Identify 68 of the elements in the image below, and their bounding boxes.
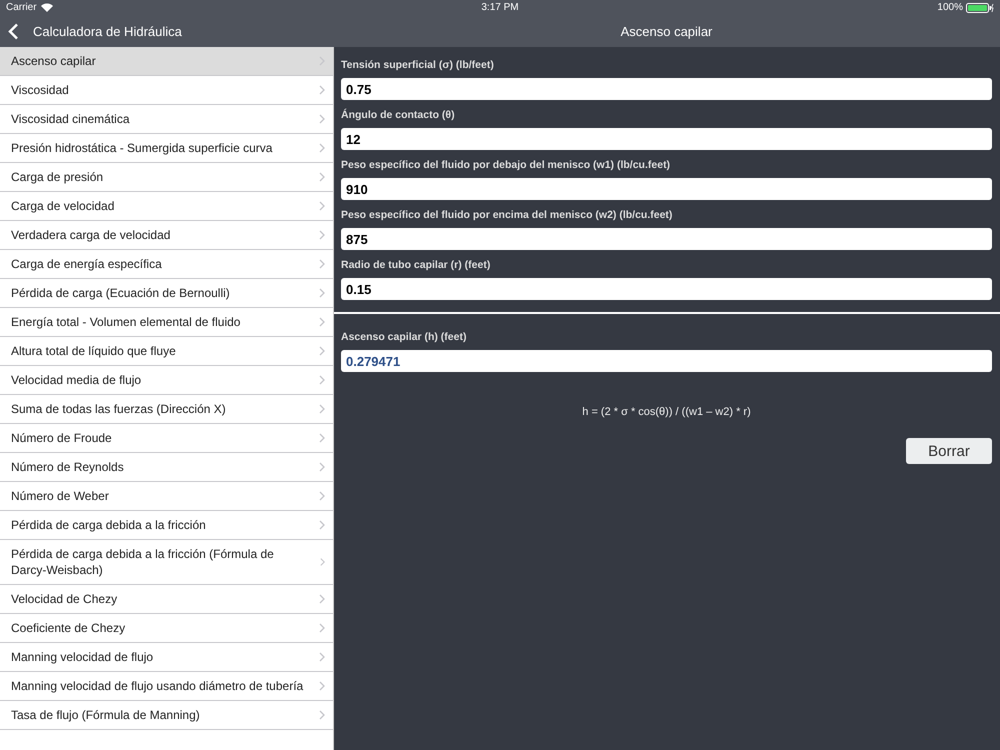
chevron-icon xyxy=(319,594,325,604)
item-label: Ascenso capilar xyxy=(11,53,97,70)
item-label: Energía total - Volumen elemental de fluido xyxy=(11,314,242,331)
result-field[interactable]: 0.279471 xyxy=(341,350,992,372)
item-label: Número de Weber xyxy=(11,488,110,505)
item-label: Velocidad media de flujo xyxy=(11,372,142,389)
nav-title: Ascenso capilar xyxy=(620,24,714,38)
item-label: Viscosidad xyxy=(11,82,70,99)
input-field[interactable]: 0.15 xyxy=(341,278,992,300)
chevron-icon xyxy=(319,85,325,95)
input-field[interactable]: 875 xyxy=(341,228,992,250)
chevron-icon xyxy=(319,143,325,153)
item-label: Pérdida de carga debida a la fricción xyxy=(11,517,207,534)
field-label: Peso específico del fluido por encima del menisco (w2) (lb/cu.feet) xyxy=(341,209,672,221)
input-field[interactable]: 910 xyxy=(341,178,992,200)
chevron-icon xyxy=(319,230,325,240)
chevron-icon xyxy=(319,259,325,269)
item-label: Manning velocidad de flujo usando diámetro de tubería xyxy=(11,678,304,695)
item-label: Carga de energía específica xyxy=(11,256,163,273)
field-label: Radio de tubo capilar (r) (feet) xyxy=(341,259,490,271)
sidebar-item[interactable]: Ascenso capilar xyxy=(0,47,333,76)
item-label: Número de Froude xyxy=(11,430,113,447)
chevron-icon xyxy=(319,652,325,662)
chevron-icon xyxy=(319,623,325,633)
battery-percent: 100% xyxy=(937,2,963,13)
carrier-name: Carrier xyxy=(6,2,37,13)
clear-button[interactable]: Borrar xyxy=(906,438,992,464)
back-button[interactable]: Calculadora de Hidráulica xyxy=(0,15,182,47)
chevron-icon xyxy=(319,317,325,327)
item-label: Carga de presión xyxy=(11,169,104,186)
item-label: Verdadera carga de velocidad xyxy=(11,227,172,244)
item-label: Número de Reynolds xyxy=(11,459,125,476)
wifi-icon xyxy=(40,3,53,12)
input-field[interactable]: 0.75 xyxy=(341,78,992,100)
field-label: Tensión superficial (σ) (lb/feet) xyxy=(341,59,494,71)
back-icon xyxy=(8,22,19,40)
chevron-icon xyxy=(319,433,325,443)
input-field[interactable]: 12 xyxy=(341,128,992,150)
formula-text: h = (2 * σ * cos(θ)) / ((w1 – w2) * r) xyxy=(582,406,751,418)
result-label: Ascenso capilar (h) (feet) xyxy=(341,331,466,343)
item-label: Altura total de líquido que fluye xyxy=(11,343,177,360)
item-label: Coeficiente de Chezy xyxy=(11,620,126,637)
item-label: Carga de velocidad xyxy=(11,198,116,215)
item-label: Suma de todas las fuerzas (Dirección X) xyxy=(11,401,227,418)
item-label: Viscosidad cinemática xyxy=(11,111,131,128)
item-label: Presión hidrostática - Sumergida superficie curva xyxy=(11,140,274,157)
chevron-icon xyxy=(319,491,325,501)
chevron-icon xyxy=(319,710,325,720)
item-label: Pérdida de carga (Ecuación de Bernoulli) xyxy=(11,285,231,302)
chevron-icon xyxy=(320,557,325,567)
chevron-icon xyxy=(319,201,325,211)
chevron-icon xyxy=(319,404,325,414)
item-label: Pérdida de carga debida a la fricción (Fórmula de Darcy-Weisbach) xyxy=(11,546,275,579)
field-label: Ángulo de contacto (θ) xyxy=(341,109,455,121)
chevron-icon xyxy=(319,346,325,356)
status-time: 3:17 PM xyxy=(481,2,519,13)
item-label: Tasa de flujo (Fórmula de Manning) xyxy=(11,707,201,724)
item-label: Manning velocidad de flujo xyxy=(11,649,154,666)
chevron-icon xyxy=(319,520,325,530)
chevron-icon xyxy=(319,681,325,691)
item-label: Velocidad de Chezy xyxy=(11,591,118,608)
field-label: Peso específico del fluido por debajo del menisco (w1) (lb/cu.feet) xyxy=(341,159,670,171)
chevron-icon xyxy=(319,172,325,182)
battery-icon xyxy=(966,2,994,12)
chevron-icon xyxy=(319,114,325,124)
chevron-icon xyxy=(319,462,325,472)
chevron-icon xyxy=(319,288,325,298)
chevron-icon xyxy=(319,375,325,385)
